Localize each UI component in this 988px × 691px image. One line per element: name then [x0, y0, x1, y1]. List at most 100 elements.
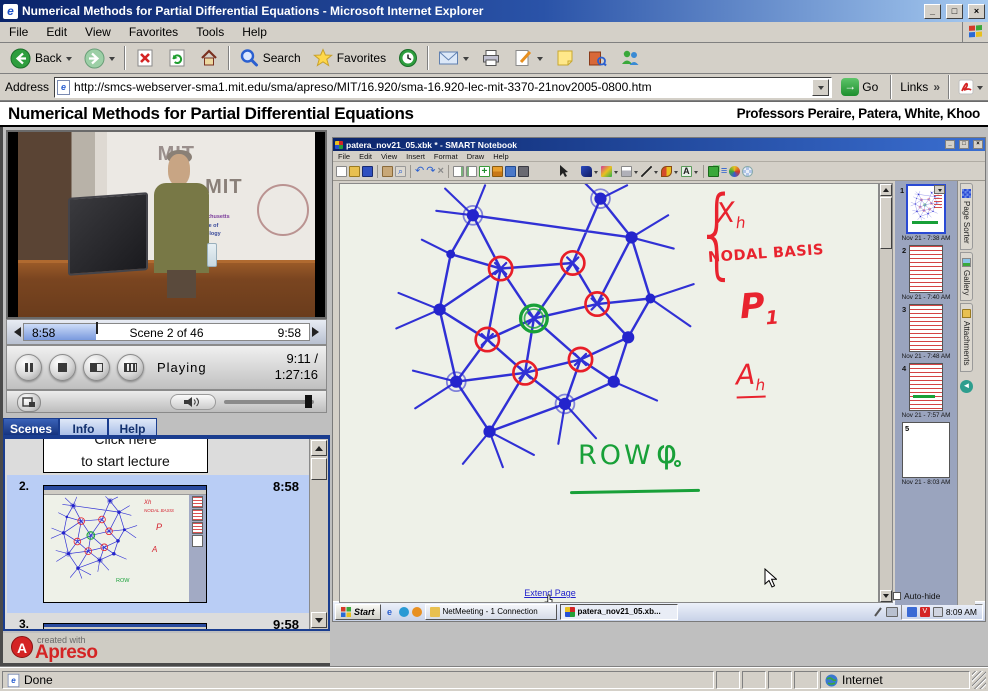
- notebook-task-icon: [565, 607, 575, 617]
- video-frame[interactable]: MIT MIT MIT Massachusetts Institute of T…: [6, 130, 327, 319]
- smart-notebook-icon: [335, 141, 343, 149]
- annotation-ah: Ah: [735, 358, 765, 399]
- page-icon: e: [57, 80, 70, 95]
- mit-seal: [257, 184, 309, 236]
- status-text: Done: [24, 673, 53, 687]
- pause-button[interactable]: [15, 354, 42, 381]
- menu-help[interactable]: Help: [233, 23, 276, 41]
- scene-3-thumbnail[interactable]: OLD BUSINESS: [43, 623, 207, 631]
- status-pane-3: [768, 671, 792, 689]
- nb-minimize-icon: _: [945, 140, 955, 149]
- forward-button[interactable]: [78, 45, 121, 72]
- scene-item-3[interactable]: 3. 9:58 OLD BUSINESS: [7, 615, 309, 631]
- canvas-scrollbar: [879, 183, 893, 603]
- tab-info[interactable]: Info: [59, 418, 108, 435]
- previous-scene-arrow[interactable]: [9, 327, 21, 337]
- tab-attachments: Attachments: [960, 303, 973, 371]
- annotation-row: ROW: [578, 440, 654, 471]
- layout-toggle-button[interactable]: [83, 354, 110, 381]
- notebook-titlebar: patera_nov21_05.xbk * - SMART Notebook _…: [333, 138, 985, 151]
- menu-file[interactable]: File: [0, 23, 37, 41]
- scroll-down-button[interactable]: [311, 612, 327, 628]
- adobe-pdf-button[interactable]: [958, 79, 983, 95]
- back-button[interactable]: Back: [4, 45, 78, 72]
- close-button[interactable]: ×: [968, 4, 985, 19]
- auto-hide-checkbox: [893, 592, 901, 600]
- canvas-scroll-up-icon: [880, 184, 892, 196]
- go-button[interactable]: → Go: [837, 77, 882, 97]
- maximize-button[interactable]: □: [946, 4, 963, 19]
- mini-page-sorter: [189, 495, 206, 602]
- apreso-brand: Apreso: [35, 642, 97, 664]
- stop-icon: [135, 48, 155, 68]
- notebook-title: patera_nov21_05.xbk * - SMART Notebook: [346, 140, 941, 150]
- home-button[interactable]: [193, 45, 225, 71]
- scene-3-number: 3.: [19, 617, 29, 631]
- links-label[interactable]: Links: [900, 80, 928, 94]
- menu-tools[interactable]: Tools: [187, 23, 233, 41]
- adobe-pdf-icon: [958, 79, 974, 95]
- apreso-logo[interactable]: A created with Apreso: [3, 633, 330, 663]
- whiteboard-canvas: { Xh NODAL BASIS P1 Ah ROW φ Extend Page: [339, 183, 879, 603]
- apreso-icon: A: [11, 636, 33, 658]
- page-title: Numerical Methods for Partial Differenti…: [8, 104, 414, 124]
- messenger-button[interactable]: [613, 45, 647, 71]
- menu-view[interactable]: View: [76, 23, 120, 41]
- print-button[interactable]: [475, 45, 507, 71]
- page-sorter-icon: [962, 189, 971, 198]
- resize-grip[interactable]: [972, 671, 986, 689]
- address-dropdown-button[interactable]: [812, 79, 829, 96]
- nb-maximize-icon: □: [959, 140, 969, 149]
- popout-video-button[interactable]: [17, 393, 41, 412]
- next-scene-arrow[interactable]: [312, 327, 324, 337]
- lecture-slide-image[interactable]: patera_nov21_05.xbk * - SMART Notebook _…: [332, 137, 986, 622]
- address-field[interactable]: e http://smcs-webserver-sma1.mit.edu/sma…: [54, 77, 832, 98]
- back-icon: [10, 48, 31, 69]
- scene-track[interactable]: 8:58 Scene 2 of 46 9:58: [23, 323, 310, 341]
- scroll-thumb[interactable]: [311, 458, 327, 480]
- captured-taskbar: Start e NetMeeting - 1 Connection patera…: [333, 601, 985, 621]
- line-tool-icon: [641, 166, 652, 177]
- address-label: Address: [5, 80, 49, 94]
- start-button: Start: [335, 604, 381, 620]
- refresh-button[interactable]: [161, 45, 193, 71]
- favorites-button[interactable]: Favorites: [307, 45, 392, 71]
- edit-button[interactable]: [507, 45, 549, 71]
- page-menu-dropdown-icon: [934, 185, 945, 194]
- scene-item-2[interactable]: 2. 8:58 Xh NODAL BASIS P A: [7, 475, 309, 613]
- status-pane-1: [716, 671, 740, 689]
- notes-button[interactable]: [549, 45, 581, 71]
- system-tray: V 8:09 AM: [901, 604, 983, 620]
- search-icon: [239, 48, 259, 68]
- delete-icon: ×: [437, 166, 443, 177]
- menu-edit[interactable]: Edit: [37, 23, 76, 41]
- links-chevron[interactable]: »: [933, 80, 940, 94]
- mail-button[interactable]: [432, 46, 475, 70]
- internet-globe-icon: [825, 674, 838, 687]
- search-button[interactable]: Search: [233, 45, 307, 71]
- discuss-button[interactable]: [581, 45, 613, 71]
- tab-scenes[interactable]: Scenes: [3, 418, 59, 435]
- ie-toolbar: Back Search Favorites: [0, 43, 988, 74]
- minimize-button[interactable]: _: [924, 4, 941, 19]
- edit-icon: [513, 48, 533, 68]
- scroll-up-button[interactable]: [311, 440, 327, 456]
- canvas-scroll-thumb: [880, 197, 892, 249]
- paste-icon: [382, 166, 393, 177]
- scene-end-time: 9:58: [278, 326, 301, 340]
- menu-favorites[interactable]: Favorites: [120, 23, 187, 41]
- address-bar: Address e http://smcs-webserver-sma1.mit…: [0, 74, 988, 101]
- scene-item-start[interactable]: Click here to start lecture: [43, 437, 208, 473]
- scene-2-thumbnail[interactable]: Xh NODAL BASIS P A ROW: [43, 485, 207, 603]
- next-page-icon: [466, 166, 477, 177]
- volume-slider[interactable]: [224, 400, 314, 404]
- scene-list-scrollbar[interactable]: [309, 439, 328, 629]
- stop-button[interactable]: [129, 45, 161, 71]
- mute-button[interactable]: [170, 394, 216, 410]
- stop-playback-button[interactable]: [49, 354, 76, 381]
- discuss-icon: [587, 48, 607, 68]
- history-button[interactable]: [392, 45, 424, 71]
- tab-help[interactable]: Help: [108, 418, 157, 435]
- volume-slider-thumb[interactable]: [305, 395, 312, 408]
- view-mode-button[interactable]: [117, 354, 144, 381]
